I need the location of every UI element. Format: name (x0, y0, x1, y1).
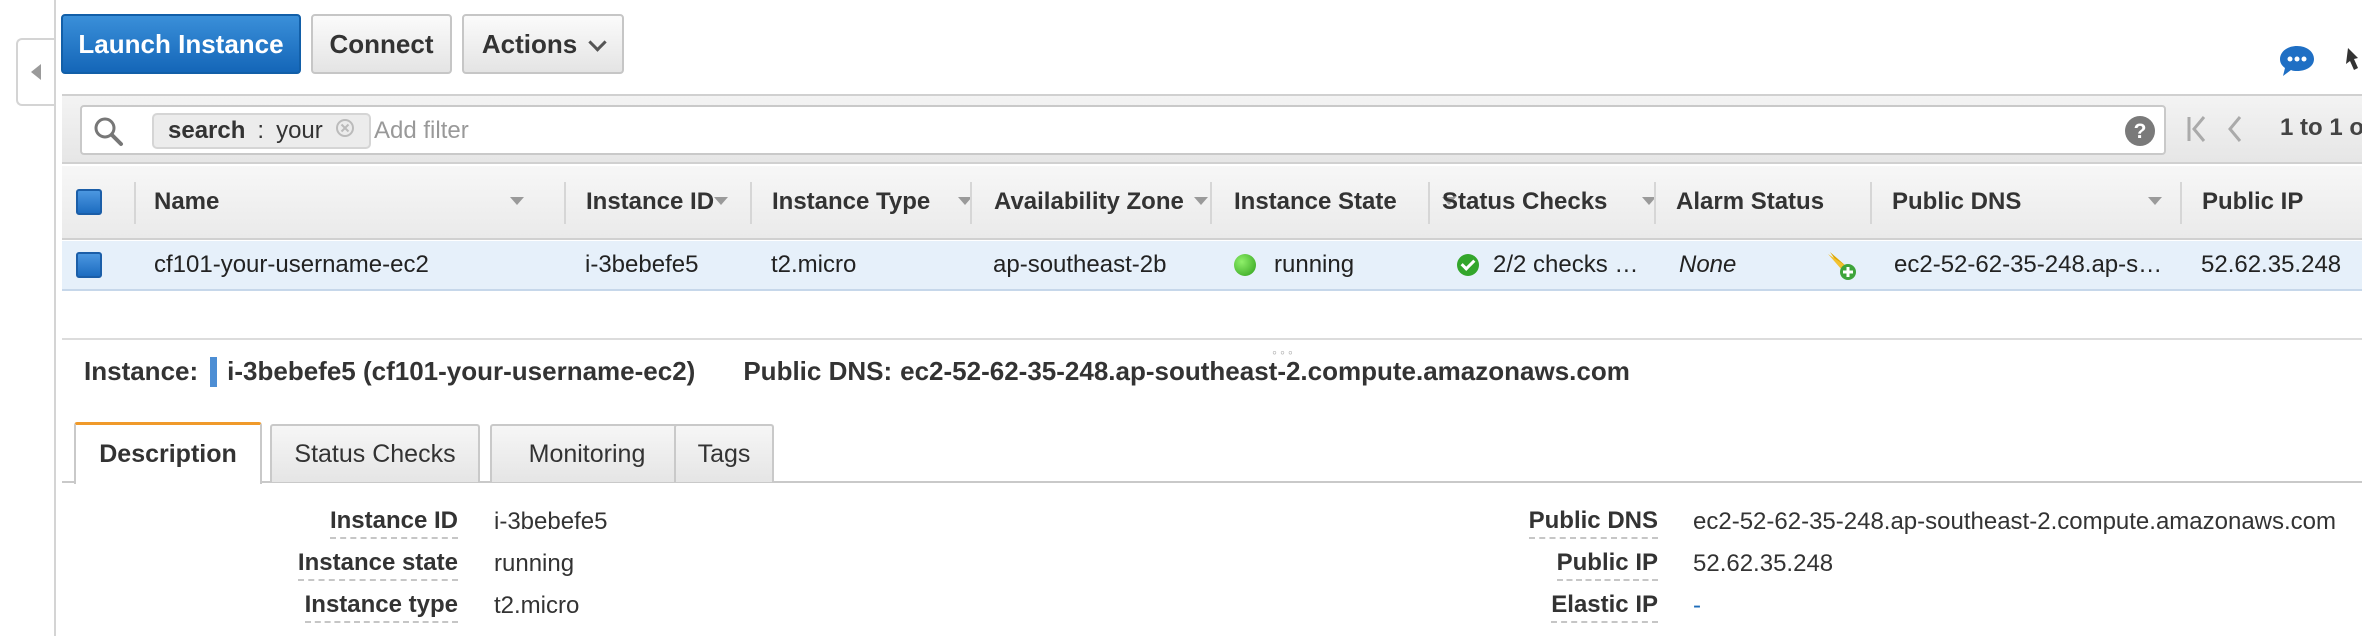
cell-availability-zone: ap-southeast-2b (993, 251, 1167, 278)
chevron-down-icon (588, 32, 607, 52)
filter-bar: search : your Add filter ? 1 to 1 of 1 (62, 94, 2362, 164)
running-status-icon (1234, 254, 1256, 276)
column-header-name[interactable]: Name (154, 166, 524, 238)
instances-table-header: Name Instance ID Instance Type Availabil… (62, 166, 2362, 240)
first-page-icon[interactable] (2186, 114, 2208, 149)
settings-icon[interactable] (2342, 44, 2362, 79)
instance-summary-value: i-3bebefe5 (cf101-your-username-ec2) (227, 356, 696, 386)
cell-status-checks: 2/2 checks … (1457, 241, 1657, 289)
sort-arrow-icon (510, 197, 524, 205)
cell-instance-type: t2.micro (771, 251, 857, 278)
pane-divider[interactable] (62, 338, 2362, 340)
check-passed-icon (1457, 254, 1479, 276)
select-all-checkbox[interactable] (76, 189, 102, 215)
column-header-instance-type-label: Instance Type (772, 188, 931, 215)
detail-tabs: Description Status Checks Monitoring Tag… (62, 422, 2362, 484)
filter-token[interactable]: search : your (152, 113, 371, 149)
detail-value-instance-id: i-3bebefe5 (494, 508, 608, 535)
detail-value-elastic-ip[interactable]: - (1693, 592, 1701, 620)
detail-value-instance-state: running (494, 550, 575, 577)
cell-public-dns: ec2-52-62-35-248.ap-s… (1894, 251, 2163, 278)
instance-state-text: running (1274, 251, 1355, 278)
column-header-alarm-status-label: Alarm Status (1676, 188, 1825, 215)
help-icon[interactable]: ? (2124, 115, 2156, 152)
cell-instance-id: i-3bebefe5 (585, 251, 699, 278)
cell-alarm-status: None (1679, 251, 1737, 278)
detail-label-instance-id: Instance ID (329, 507, 458, 539)
pagination-range: 1 to 1 of 1 (2280, 114, 2362, 141)
column-header-name-label: Name (154, 188, 220, 215)
detail-value-public-ip: 52.62.35.248 (1693, 550, 1834, 577)
sort-arrow-icon (1194, 197, 1208, 205)
instance-summary-label: Instance: (84, 356, 199, 386)
detail-value-public-dns: ec2-52-62-35-248.ap-southeast-2.compute.… (1693, 508, 2337, 535)
search-icon (92, 115, 124, 152)
detail-label-public-ip: Public IP (1556, 549, 1658, 581)
add-filter-placeholder[interactable]: Add filter (374, 117, 469, 145)
column-header-availability-zone[interactable]: Availability Zone (994, 166, 1224, 238)
column-header-instance-id-label: Instance ID (586, 188, 715, 215)
public-dns-summary-value: ec2-52-62-35-248.ap-southeast-2.compute.… (900, 356, 1630, 386)
row-checkbox[interactable] (76, 252, 102, 278)
remove-filter-icon[interactable] (335, 117, 355, 145)
sort-arrow-icon (714, 197, 728, 205)
cell-public-ip: 52.62.35.248 (2201, 251, 2342, 278)
row-select-cell (76, 241, 116, 289)
create-alarm-icon[interactable] (1824, 241, 1864, 289)
chat-bubble-icon[interactable] (2278, 44, 2316, 83)
column-header-availability-zone-label: Availability Zone (994, 188, 1184, 215)
detail-label-elastic-ip: Elastic IP (1551, 591, 1658, 623)
select-all-cell (76, 166, 116, 238)
column-header-public-dns[interactable]: Public DNS (1892, 166, 2202, 238)
actions-label: Actions (481, 28, 578, 59)
instance-summary: Instance: i-3bebefe5 (cf101-your-usernam… (84, 356, 1630, 387)
column-header-alarm-status[interactable]: Alarm Status (1676, 166, 1876, 238)
tab-description[interactable]: Description (74, 422, 262, 484)
launch-instance-button[interactable]: Launch Instance (61, 14, 301, 74)
sort-arrow-icon (2148, 197, 2162, 205)
filter-input-box[interactable]: search : your Add filter ? (80, 105, 2166, 155)
expand-sidebar-button[interactable] (16, 38, 54, 106)
tab-monitoring[interactable]: Monitoring (490, 424, 684, 482)
detail-label-instance-type: Instance type (304, 591, 458, 623)
tab-status-checks[interactable]: Status Checks (270, 424, 480, 482)
column-header-instance-id[interactable]: Instance ID (586, 166, 746, 238)
filter-token-separator: : (257, 117, 265, 144)
previous-page-icon[interactable] (2226, 114, 2244, 149)
column-header-instance-state-label: Instance State (1234, 188, 1397, 215)
cell-instance-state: running (1234, 241, 1434, 289)
public-dns-summary-label: Public DNS: (743, 356, 893, 386)
detail-value-instance-type: t2.micro (494, 592, 580, 619)
selection-marker (210, 356, 218, 387)
filter-token-value: your (276, 117, 323, 144)
cell-name: cf101-your-username-ec2 (154, 251, 429, 278)
tab-tags[interactable]: Tags (674, 424, 774, 482)
column-header-public-ip[interactable]: Public IP (2202, 166, 2362, 238)
status-checks-text: 2/2 checks … (1493, 251, 1639, 278)
column-header-public-ip-label: Public IP (2202, 188, 2304, 215)
chevron-left-icon (31, 64, 41, 80)
svg-text:?: ? (2134, 120, 2147, 143)
column-header-status-checks[interactable]: Status Checks (1442, 166, 1662, 238)
column-header-public-dns-label: Public DNS (1892, 188, 2022, 215)
table-row[interactable]: cf101-your-username-ec2 i-3bebefe5 t2.mi… (62, 241, 2362, 291)
detail-label-instance-state: Instance state (297, 549, 458, 581)
column-header-instance-type[interactable]: Instance Type (772, 166, 972, 238)
filter-token-key: search (168, 117, 246, 144)
actions-dropdown-button[interactable]: Actions (462, 14, 624, 74)
connect-button[interactable]: Connect (311, 14, 452, 74)
detail-label-public-dns: Public DNS (1528, 507, 1658, 539)
column-header-status-checks-label: Status Checks (1442, 188, 1608, 215)
